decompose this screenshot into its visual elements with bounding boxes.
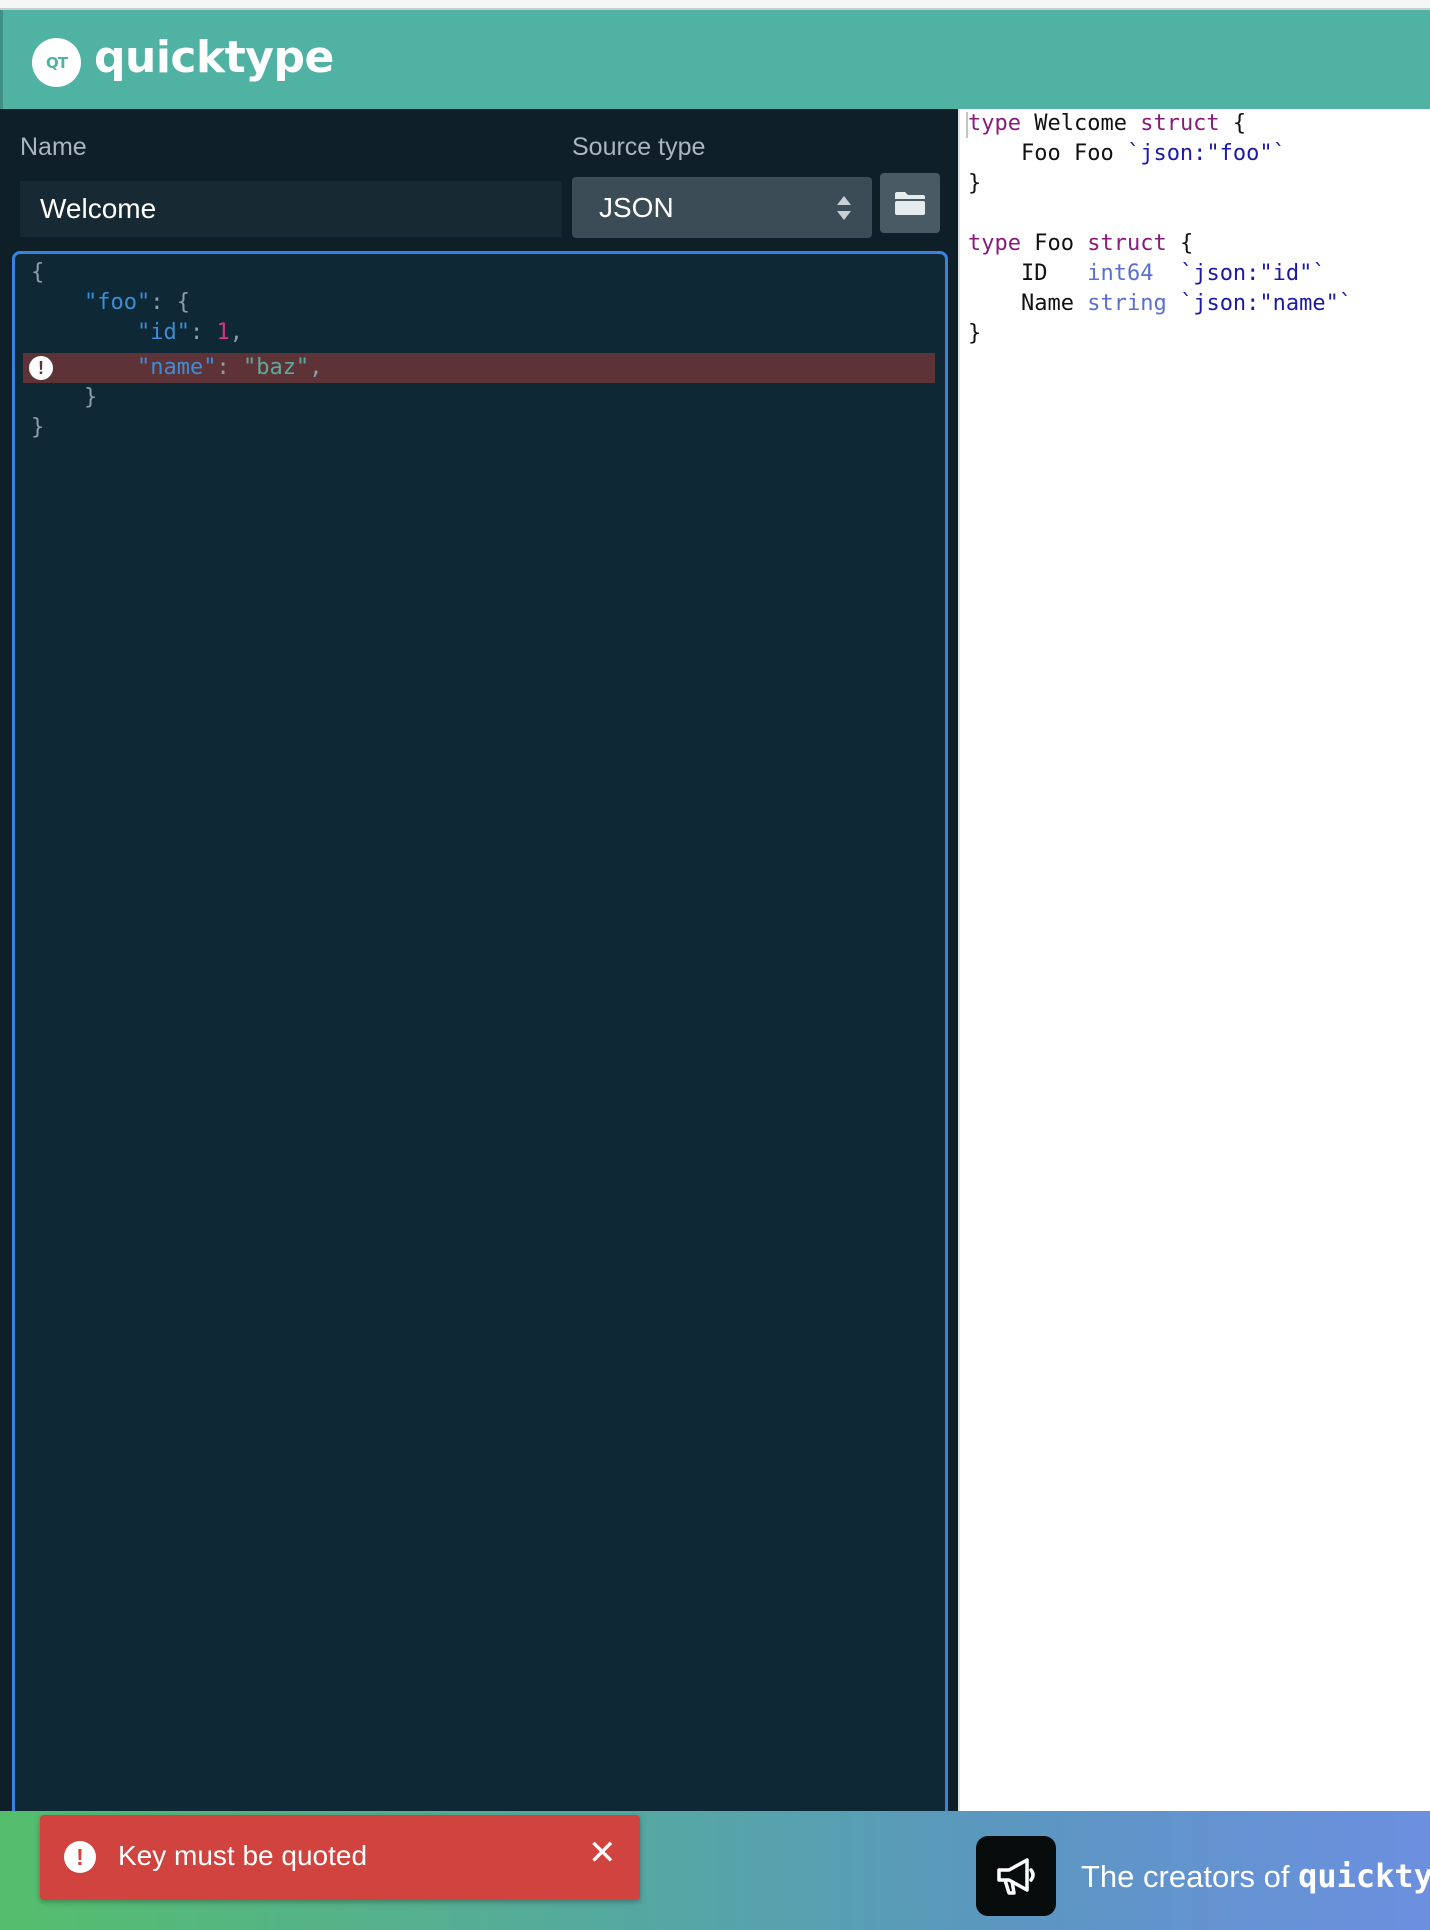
code-line: { xyxy=(31,260,45,285)
logo-text: QT xyxy=(46,53,68,72)
promo-megaphone-button[interactable] xyxy=(976,1836,1056,1916)
code-line: } xyxy=(83,385,98,410)
toast-message: Key must be quoted xyxy=(118,1840,368,1871)
toast-close-button[interactable]: ✕ xyxy=(588,1833,617,1873)
error-toast: ! Key must be quoted ✕ xyxy=(40,1815,640,1900)
promo-brand: quickty xyxy=(1298,1857,1430,1895)
name-label: Name xyxy=(20,133,87,161)
name-input[interactable] xyxy=(20,181,562,237)
select-arrows-icon xyxy=(837,196,851,220)
output-line: Foo Foo `json:"foo"` xyxy=(968,141,1286,166)
output-panel[interactable]: type Welcome struct { Foo Foo `json:"foo… xyxy=(958,109,1430,1811)
open-file-button[interactable] xyxy=(880,173,940,233)
output-line: type Welcome struct { xyxy=(968,111,1247,136)
megaphone-icon xyxy=(997,1858,1035,1895)
output-line: Name string `json:"name"` xyxy=(968,291,1353,316)
output-line: type Foo struct { xyxy=(968,231,1194,256)
brand-name[interactable]: quicktype xyxy=(94,32,334,83)
code-line: "foo": { xyxy=(83,290,190,315)
source-type-select[interactable]: JSON xyxy=(572,177,872,238)
promo-text[interactable]: The creators of quickty xyxy=(1081,1857,1430,1895)
app-header: QT quicktype xyxy=(0,10,1430,109)
output-line: } xyxy=(968,321,982,346)
json-editor[interactable]: ! { "foo": { "id": 1, "name": "baz", } } xyxy=(12,251,948,1851)
code-line: "id": 1, xyxy=(136,320,243,345)
source-type-label: Source type xyxy=(572,133,706,161)
output-line: } xyxy=(968,171,982,196)
quicktype-logo[interactable]: QT xyxy=(32,38,81,87)
code-line-error: "name": "baz", xyxy=(136,355,323,380)
window-top-border xyxy=(0,0,1430,10)
code-line: } xyxy=(31,415,45,440)
output-line: ID int64 `json:"id"` xyxy=(968,261,1326,286)
source-type-value: JSON xyxy=(599,191,674,223)
folder-icon xyxy=(895,192,925,215)
error-icon: ! xyxy=(64,1841,96,1873)
